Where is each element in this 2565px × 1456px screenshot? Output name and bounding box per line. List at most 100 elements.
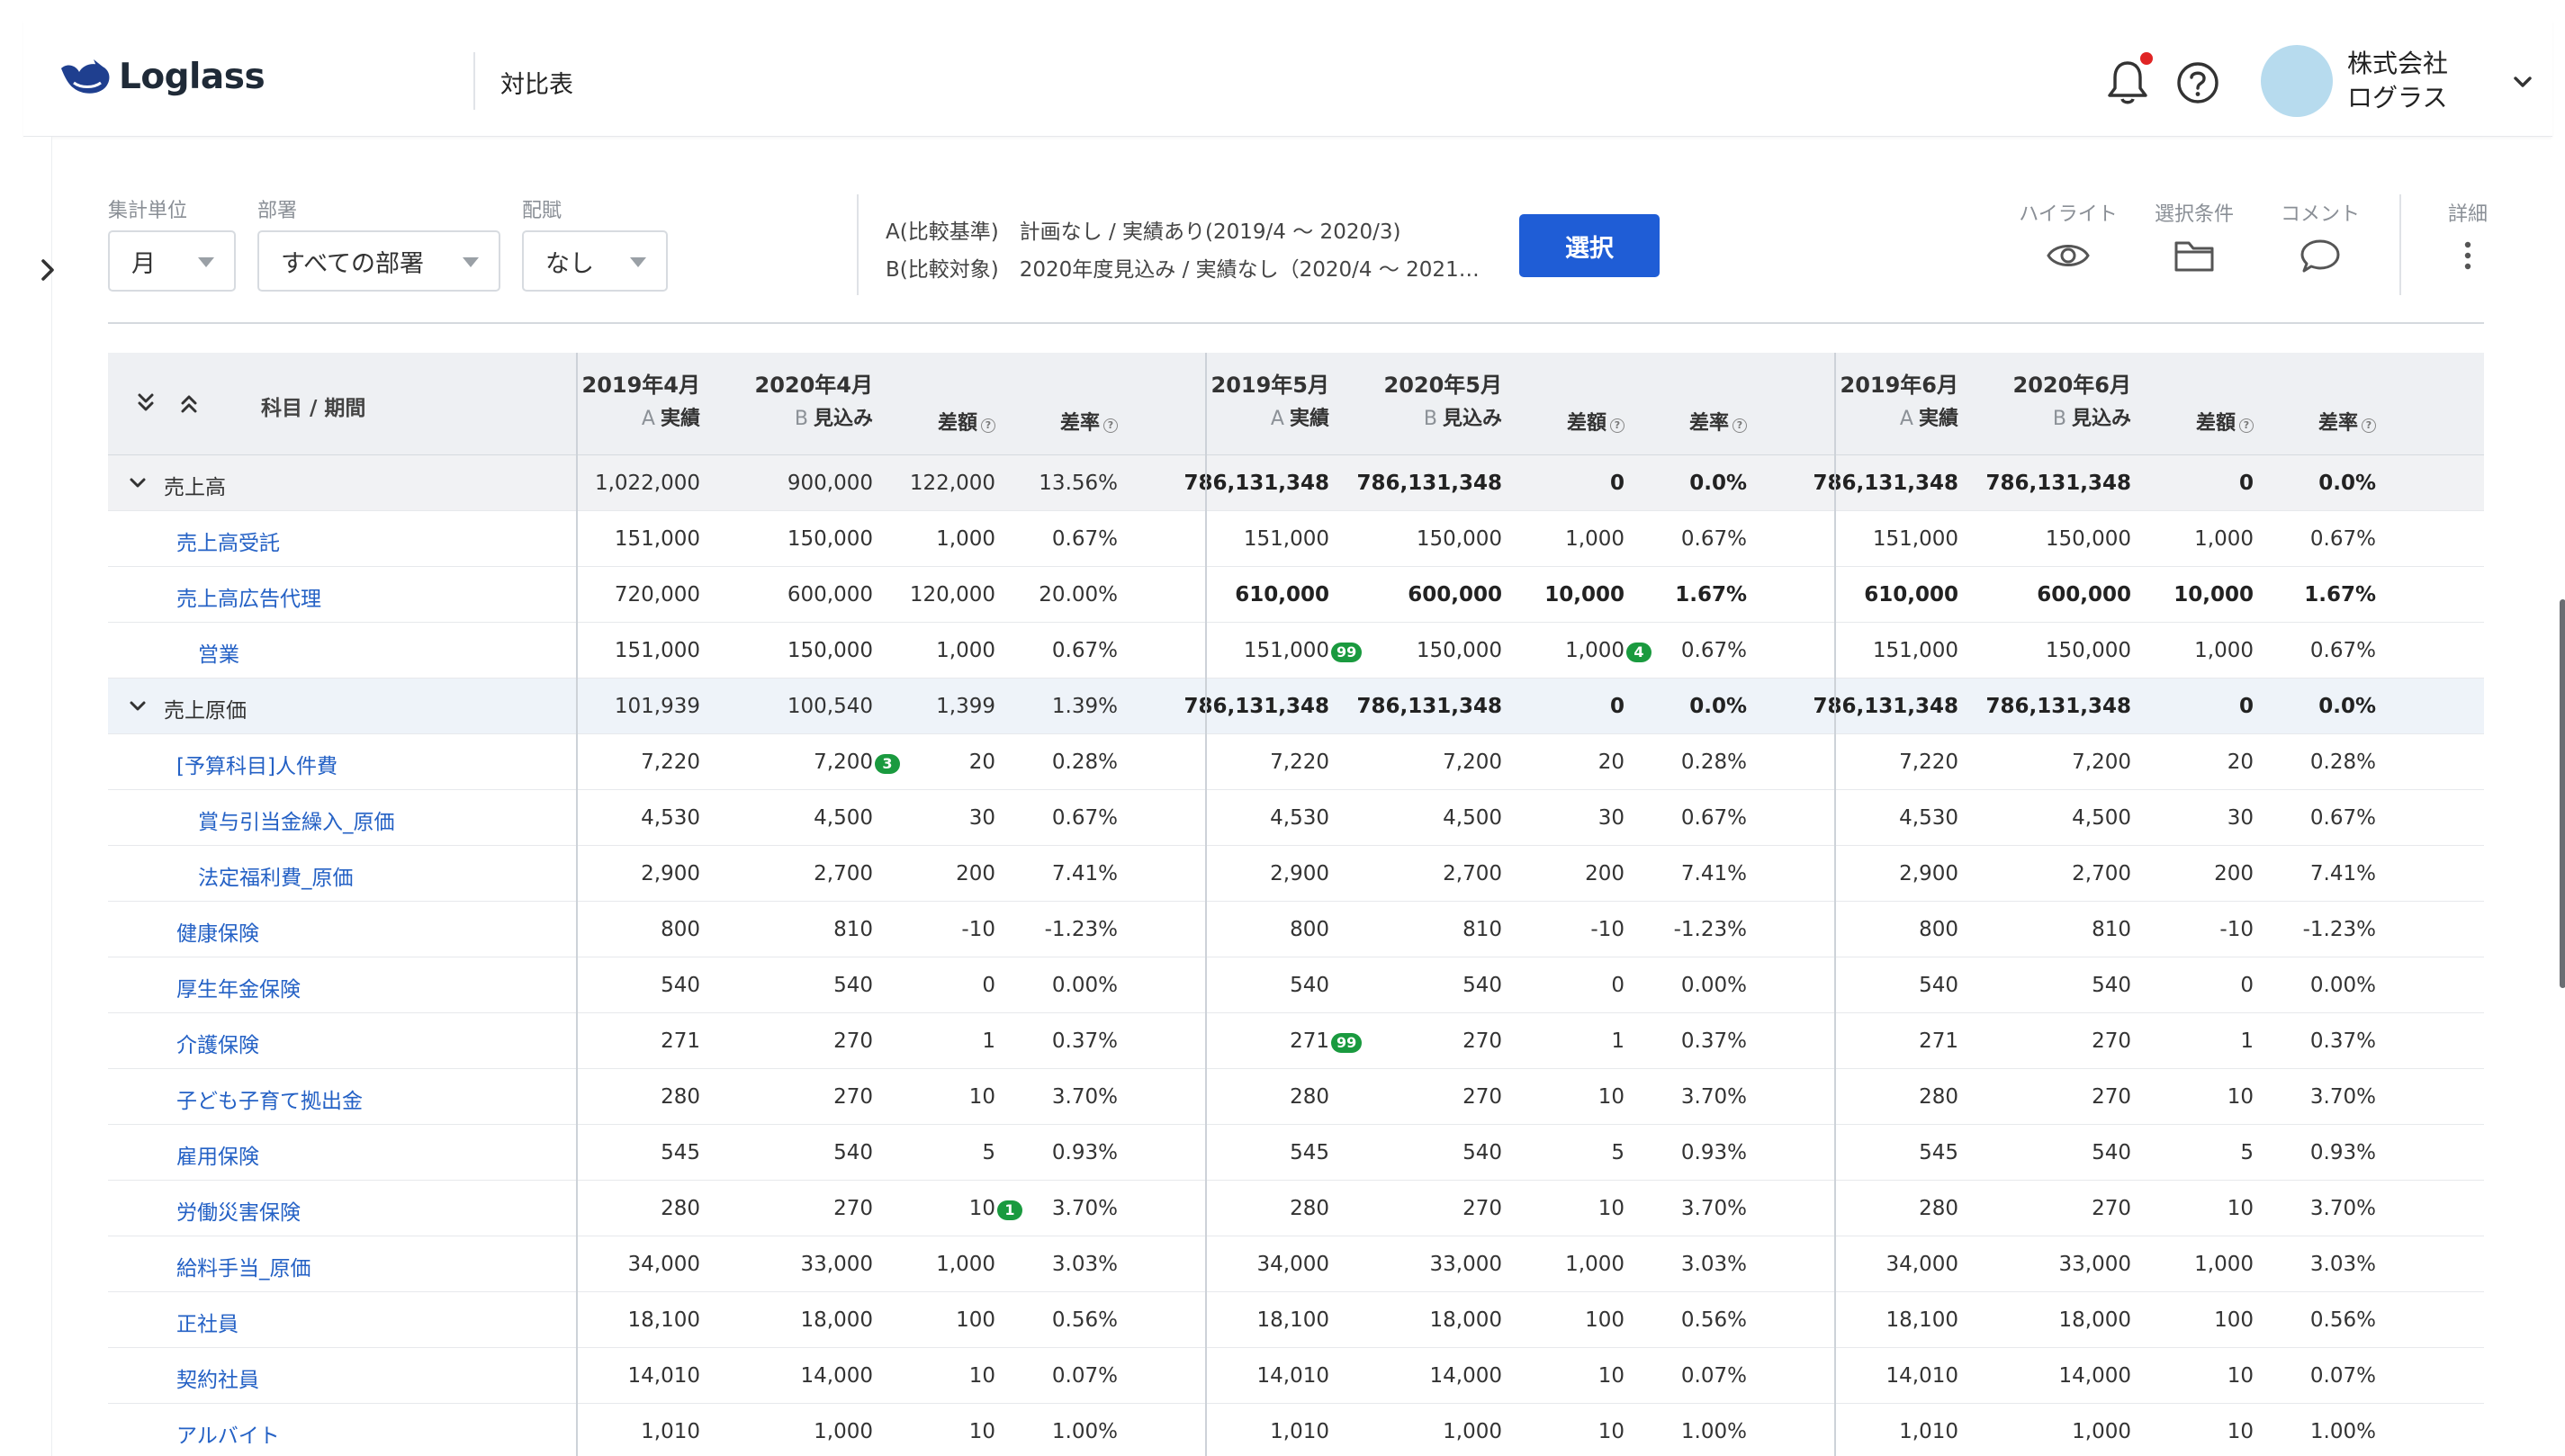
value-cell[interactable]: 14,010 (1886, 1364, 1958, 1388)
value-cell[interactable]: 0.93% (1681, 1141, 1747, 1164)
value-cell[interactable]: 540 (661, 974, 700, 997)
help-icon[interactable] (2174, 59, 2221, 106)
value-cell[interactable]: 786,131,348 (1356, 472, 1502, 495)
value-cell[interactable]: 18,000 (1430, 1308, 1502, 1332)
value-cell[interactable]: 271 (661, 1029, 700, 1053)
account-name[interactable]: 売上原価 (164, 693, 247, 724)
value-cell[interactable]: 540 (1290, 974, 1329, 997)
value-cell[interactable]: 0.56% (1052, 1308, 1118, 1332)
comment-tool[interactable]: コメント (2266, 198, 2374, 279)
question-circle-icon[interactable]: ? (2239, 418, 2254, 433)
table-row[interactable]: アルバイト 1,010 1,000 10 1.00% 1,010 1,000 10 1.00% 1… (108, 1404, 2484, 1456)
value-cell[interactable]: 10 (2228, 1420, 2254, 1443)
value-cell[interactable]: 280 (1290, 1197, 1329, 1220)
value-cell[interactable]: -1.23% (2303, 918, 2376, 941)
value-cell[interactable]: 7.41% (1681, 862, 1747, 885)
value-cell[interactable]: 800 (1919, 918, 1958, 941)
value-cell[interactable]: 1,000 (2194, 639, 2254, 662)
value-cell[interactable]: 810 (833, 918, 873, 941)
value-cell[interactable]: 33,000 (1430, 1253, 1502, 1276)
value-cell[interactable]: 3.70% (1681, 1085, 1747, 1109)
value-cell[interactable]: 545 (1919, 1141, 1958, 1164)
value-cell[interactable]: 7,200 (2072, 750, 2131, 774)
value-cell[interactable]: 0.67% (1052, 527, 1118, 551)
value-cell[interactable]: 150,000 (788, 639, 873, 662)
value-cell[interactable]: 0.56% (1681, 1308, 1747, 1332)
value-cell[interactable]: 0.67% (1052, 639, 1118, 662)
account-name[interactable]: 労働災害保険 (176, 1195, 301, 1226)
value-cell[interactable]: 540 (2092, 974, 2131, 997)
value-cell[interactable]: 10 (969, 1420, 995, 1443)
value-cell[interactable]: 545 (661, 1141, 700, 1164)
value-cell[interactable]: 122,000 (910, 472, 995, 495)
value-cell[interactable]: 4,530 (1899, 806, 1958, 830)
value-cell[interactable]: 14,010 (1257, 1364, 1329, 1388)
value-cell[interactable]: 20.00% (1039, 583, 1118, 607)
account-name[interactable]: アルバイト (176, 1418, 280, 1449)
account-name[interactable]: 売上高 (164, 470, 226, 500)
value-cell[interactable]: 540 (833, 1141, 873, 1164)
table-row[interactable]: 売上高広告代理 720,000 600,000 120,000 20.00% 610,00… (108, 567, 2484, 623)
value-cell[interactable]: 18,000 (801, 1308, 873, 1332)
value-cell[interactable]: 7,220 (641, 750, 700, 774)
value-cell[interactable]: 151,000 (615, 639, 700, 662)
value-cell[interactable]: 10 (1598, 1197, 1624, 1220)
value-cell[interactable]: 100 (956, 1308, 995, 1332)
value-cell[interactable]: 10 (2228, 1085, 2254, 1109)
chevron-down-icon[interactable] (126, 472, 149, 495)
value-cell[interactable]: 150,000 (1417, 639, 1502, 662)
value-cell[interactable]: 200 (1585, 862, 1624, 885)
value-cell[interactable]: 280 (661, 1085, 700, 1109)
value-cell[interactable]: 3.70% (1681, 1197, 1747, 1220)
value-cell[interactable]: 280 (1919, 1197, 1958, 1220)
value-cell[interactable]: 151,000 (615, 527, 700, 551)
value-cell[interactable]: 7.41% (2310, 862, 2376, 885)
value-cell[interactable]: 34,000 (628, 1253, 700, 1276)
value-cell[interactable]: 4,500 (1443, 806, 1502, 830)
expand-all-icon[interactable] (135, 391, 157, 416)
value-cell[interactable]: 270 (833, 1197, 873, 1220)
value-cell[interactable]: 7,220 (1270, 750, 1329, 774)
table-row[interactable]: 営業 151,000 150,000 1,000 0.67% 151,000 150,000… (108, 623, 2484, 679)
value-cell[interactable]: 1,000 (814, 1420, 873, 1443)
value-cell[interactable]: 150,000 (2046, 527, 2131, 551)
chevron-right-icon[interactable] (31, 248, 67, 292)
value-cell[interactable]: 0.67% (1681, 806, 1747, 830)
value-cell[interactable]: 270 (2092, 1197, 2131, 1220)
value-cell[interactable]: 280 (1290, 1085, 1329, 1109)
value-cell[interactable]: 1,010 (1899, 1420, 1958, 1443)
logo[interactable]: Loglass (58, 56, 266, 97)
value-cell[interactable]: 10,000 (2174, 583, 2254, 607)
value-cell[interactable]: 540 (2092, 1141, 2131, 1164)
value-cell[interactable]: 0 (2240, 974, 2254, 997)
value-cell[interactable]: 2,900 (1899, 862, 1958, 885)
value-cell[interactable]: 10,000 (1544, 583, 1624, 607)
value-cell[interactable]: 1,000 (1565, 639, 1624, 662)
account-name[interactable]: 正社員 (176, 1307, 238, 1337)
value-cell[interactable]: 2,700 (814, 862, 873, 885)
account-name[interactable]: 法定福利費_原価 (198, 860, 354, 891)
value-cell[interactable]: 4,530 (1270, 806, 1329, 830)
table-row[interactable]: 売上高 1,022,000 900,000 122,000 13.56% 786,131,… (108, 455, 2484, 511)
value-cell[interactable]: 3.70% (1052, 1197, 1118, 1220)
value-cell[interactable]: 786,131,348 (1985, 695, 2131, 718)
value-cell[interactable]: 34,000 (1257, 1253, 1329, 1276)
value-cell[interactable]: 0.67% (1681, 527, 1747, 551)
value-cell[interactable]: 0.07% (2310, 1364, 2376, 1388)
table-row[interactable]: 介護保険 271 270 1 0.37% 271 270 1 0.37% 271 270 1 0.37%… (108, 1013, 2484, 1069)
chevron-down-icon[interactable] (2509, 68, 2536, 95)
value-cell[interactable]: 270 (2092, 1029, 2131, 1053)
value-cell[interactable]: 540 (1462, 974, 1502, 997)
comment-count-badge[interactable]: 3 (875, 754, 900, 774)
value-cell[interactable]: 270 (1462, 1085, 1502, 1109)
table-row[interactable]: 雇用保険 545 540 5 0.93% 545 540 5 0.93% 545 540 5 0.93% (108, 1125, 2484, 1181)
value-cell[interactable]: 14,000 (801, 1364, 873, 1388)
value-cell[interactable]: 7,200 (1443, 750, 1502, 774)
value-cell[interactable]: 151,000 (1873, 639, 1958, 662)
value-cell[interactable]: 151,000 (1873, 527, 1958, 551)
value-cell[interactable]: 200 (2214, 862, 2254, 885)
value-cell[interactable]: 33,000 (801, 1253, 873, 1276)
value-cell[interactable]: 0 (982, 974, 995, 997)
value-cell[interactable]: 3.03% (1681, 1253, 1747, 1276)
value-cell[interactable]: 1,000 (1443, 1420, 1502, 1443)
